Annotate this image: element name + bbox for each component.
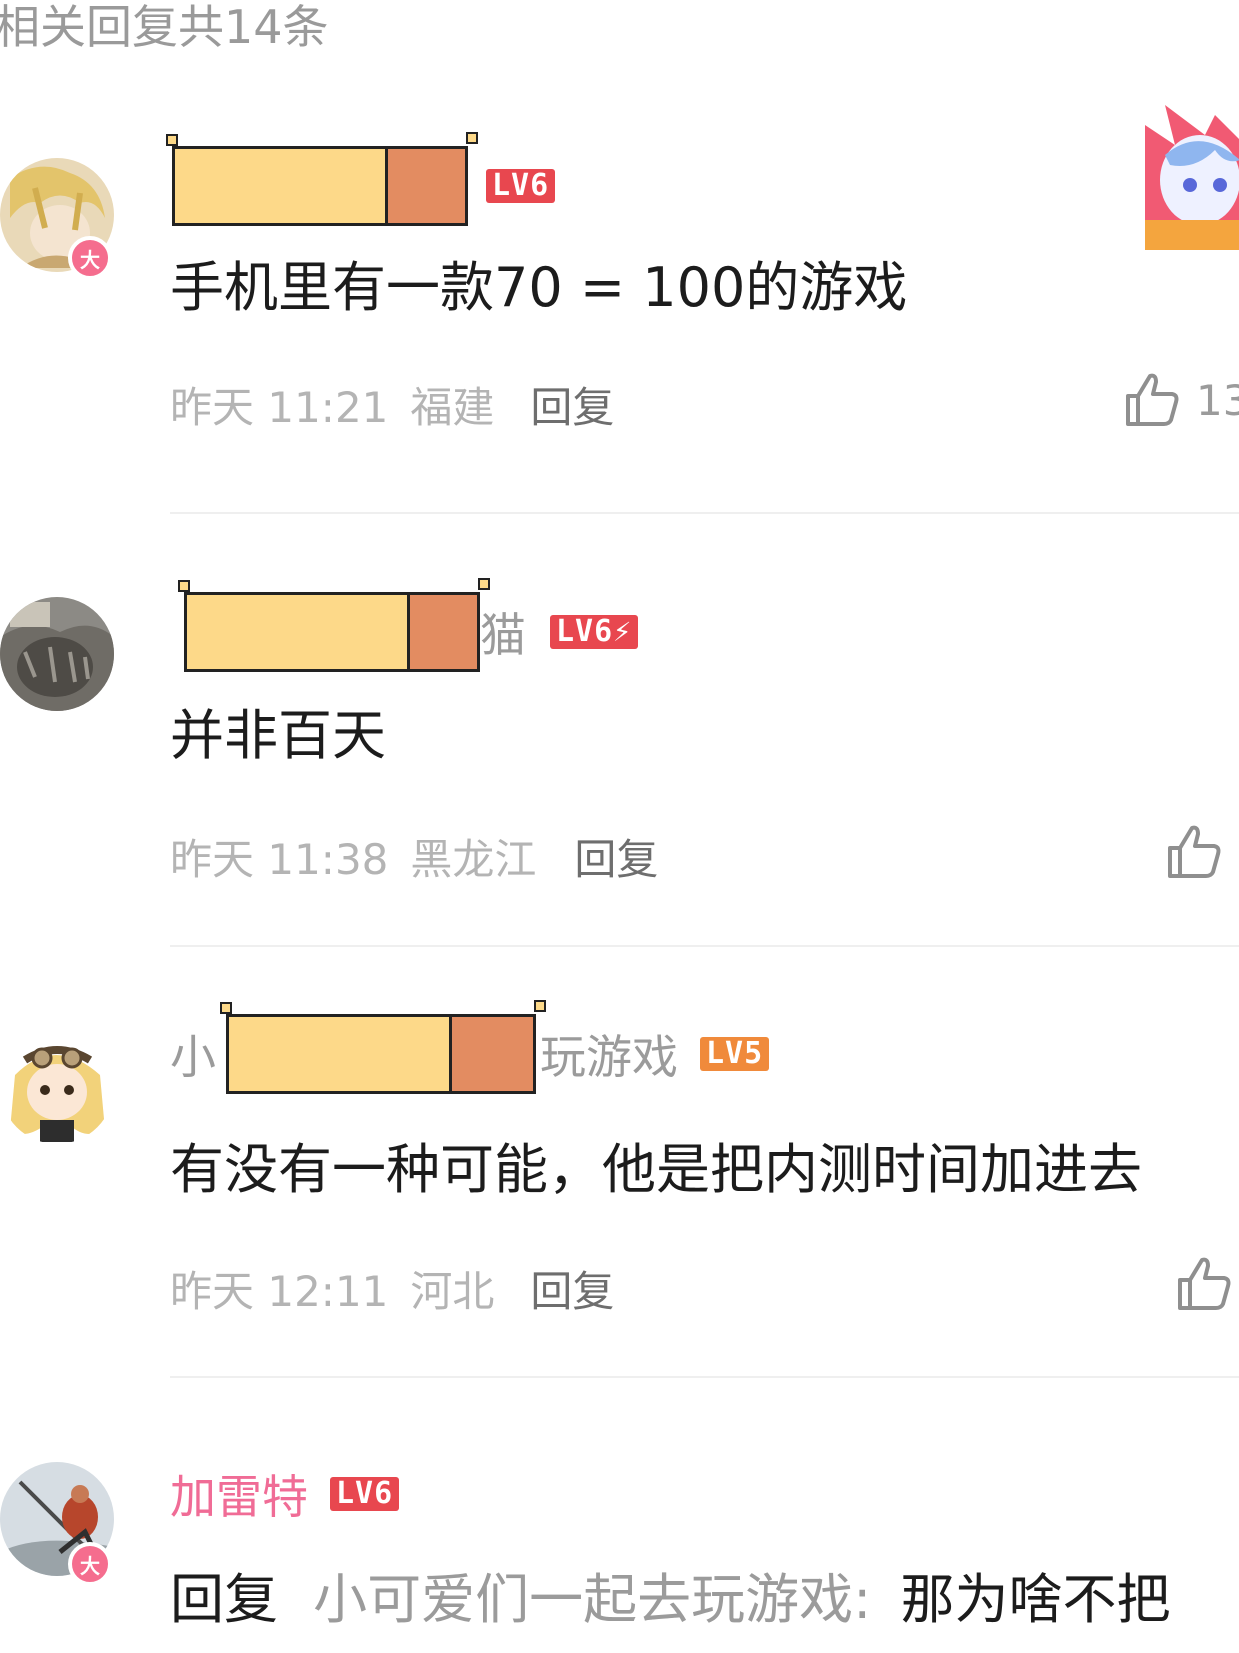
reply-count-header: 相关回复共14条 (0, 0, 329, 54)
reply-prefix: 回复 (170, 1568, 278, 1631)
comment-location: 福建 (410, 382, 495, 432)
comment-time: 昨天 11:21 (170, 382, 389, 432)
divider (170, 1376, 1239, 1378)
reply-button[interactable]: 回复 (530, 374, 614, 435)
comment-time: 昨天 12:11 (170, 1266, 389, 1316)
avatar[interactable] (0, 1030, 114, 1144)
comment-text: 并非百天 (170, 704, 386, 767)
decoration-sticker (1145, 105, 1239, 250)
divider (170, 512, 1239, 514)
username-row[interactable]: 猫 LV6⚡ (170, 578, 639, 672)
level-badge: LV6⚡ (550, 615, 639, 649)
username-suffix: 玩游戏 (540, 1030, 678, 1084)
username-row[interactable]: 小 玩游戏 LV5 (170, 1000, 770, 1094)
divider (170, 945, 1239, 947)
comment-text: 有没有一种可能，他是把内测时间加进去 (170, 1138, 1142, 1201)
comment-meta: 昨天 11:21 福建 回复 (170, 374, 614, 434)
reply-button[interactable]: 回复 (530, 1258, 614, 1319)
username-row[interactable]: 加雷特 LV6 (170, 1454, 400, 1534)
avatar[interactable] (0, 597, 114, 711)
thumbs-up-icon (1178, 1257, 1231, 1310)
comment-text: 回复 小可爱们一起去玩游戏: 那为啥不把 (170, 1568, 1171, 1632)
username: 加雷特 (170, 1470, 308, 1524)
level-badge: LV5 (700, 1037, 770, 1071)
username-suffix: 猫 (480, 608, 526, 662)
thumbs-up-icon (1168, 825, 1221, 878)
comment-location: 黑龙江 (410, 834, 537, 884)
comment-location: 河北 (410, 1266, 495, 1316)
vip-badge: 大 (68, 1542, 112, 1586)
like-button[interactable]: 13 (1122, 370, 1239, 430)
username-prefix: 小 (170, 1030, 216, 1084)
redacted-username (220, 1000, 546, 1094)
username-row[interactable]: LV6 (166, 132, 556, 226)
redacted-username (178, 578, 490, 672)
vip-badge: 大 (68, 236, 112, 280)
level-badge: LV6 (486, 169, 556, 203)
comment-text: 手机里有一款70 = 100的游戏 (170, 256, 908, 319)
redacted-username (166, 132, 478, 226)
reply-body: 那为啥不把 (900, 1568, 1171, 1631)
like-button[interactable] (1174, 1254, 1234, 1314)
like-button[interactable] (1164, 822, 1224, 882)
comment-meta: 昨天 11:38 黑龙江 回复 (170, 826, 658, 886)
like-count: 13 (1196, 375, 1239, 425)
reply-button[interactable]: 回复 (574, 826, 658, 887)
comment-replies-page: 相关回复共14条 大 LV6 手机里有一款70 = 100的游戏 昨天 11:2… (0, 0, 1239, 1653)
quoted-user[interactable]: 小可爱们一起去玩游戏: (313, 1568, 871, 1631)
level-badge: LV6 (330, 1477, 400, 1511)
comment-time: 昨天 11:38 (170, 834, 389, 884)
comment-meta: 昨天 12:11 河北 回复 (170, 1258, 614, 1318)
thumbs-up-icon (1126, 373, 1179, 426)
